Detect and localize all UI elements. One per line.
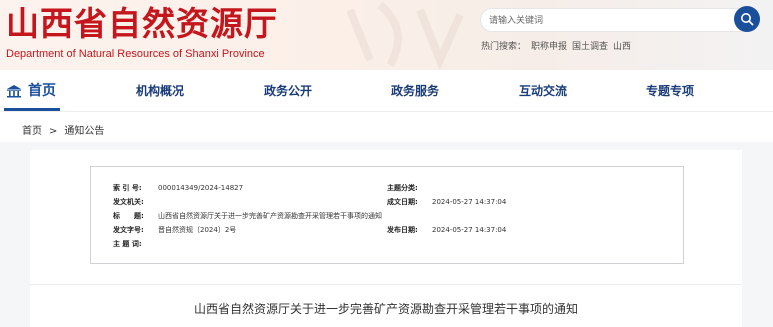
nav-item-special-topics[interactable]: 专题专项 [646, 70, 694, 112]
breadcrumb-home[interactable]: 首页 [22, 126, 42, 137]
document-title: 山西省自然资源厅关于进一步完善矿产资源勘查开采管理若干事项的通知 [193, 302, 578, 316]
title-label: 标 题: [113, 212, 144, 220]
search-icon [741, 13, 754, 26]
title-value: 山西省自然资源厅关于进一步完善矿产资源勘查开采管理若干事项的通知 [158, 212, 382, 220]
publish-date-label: 发布日期: [387, 226, 418, 234]
keywords-label: 主 题 词: [113, 240, 142, 248]
watermark-calligraphy-decoration [346, 1, 464, 70]
site-logo-subtitle: Department of Natural Resources of Shanx… [6, 48, 265, 60]
search-box [480, 8, 760, 32]
document-number-label: 发文字号: [113, 226, 144, 234]
site-header: 山西省自然资源厅 Department of Natural Resources… [0, 0, 773, 70]
nav-item-organization[interactable]: 机构概况 [136, 70, 184, 112]
hot-search-link[interactable]: 山西 [613, 42, 631, 52]
search-input[interactable] [489, 12, 719, 30]
hot-search-label: 热门搜索： [481, 42, 527, 52]
nav-item-interaction[interactable]: 互动交流 [519, 70, 567, 112]
breadcrumb-current[interactable]: 通知公告 [64, 126, 104, 137]
search-button[interactable] [734, 6, 760, 32]
active-tab-indicator [4, 108, 60, 111]
nav-item-government-services[interactable]: 政务服务 [391, 70, 439, 112]
written-date-value: 2024-05-27 14:37:04 [432, 198, 507, 206]
hot-search-link[interactable]: 国土调查 [572, 42, 608, 52]
document-metadata-table: 索 引 号: 000014349/2024-14827 主题分类: 发文机关: … [90, 166, 684, 264]
hot-search-link[interactable]: 职称申报 [531, 42, 567, 52]
written-date-label: 成文日期: [387, 198, 418, 206]
breadcrumb-separator: > [49, 126, 58, 137]
nav-item-home-label: 首页 [28, 83, 56, 99]
hot-search: 热门搜索： 职称申报 国土调查 山西 [481, 39, 636, 52]
breadcrumb: 首页 > 通知公告 [22, 122, 104, 137]
index-number-label: 索 引 号: [113, 184, 142, 192]
publish-date-value: 2024-05-27 14:37:04 [432, 226, 507, 234]
section-divider [30, 284, 742, 285]
document-number-value: 晋自然资规〔2024〕2号 [158, 226, 237, 234]
issuing-authority-label: 发文机关: [113, 198, 144, 206]
index-number-value: 000014349/2024-14827 [158, 184, 244, 192]
topic-category-label: 主题分类: [387, 184, 418, 192]
institution-home-icon [7, 85, 21, 98]
site-logo-title[interactable]: 山西省自然资源厅 [6, 4, 278, 44]
nav-item-home[interactable]: 首页 [6, 70, 56, 112]
nav-item-government-affairs[interactable]: 政务公开 [264, 70, 312, 112]
main-nav: 首页 机构概况 政务公开 政务服务 互动交流 专题专项 [0, 70, 773, 112]
